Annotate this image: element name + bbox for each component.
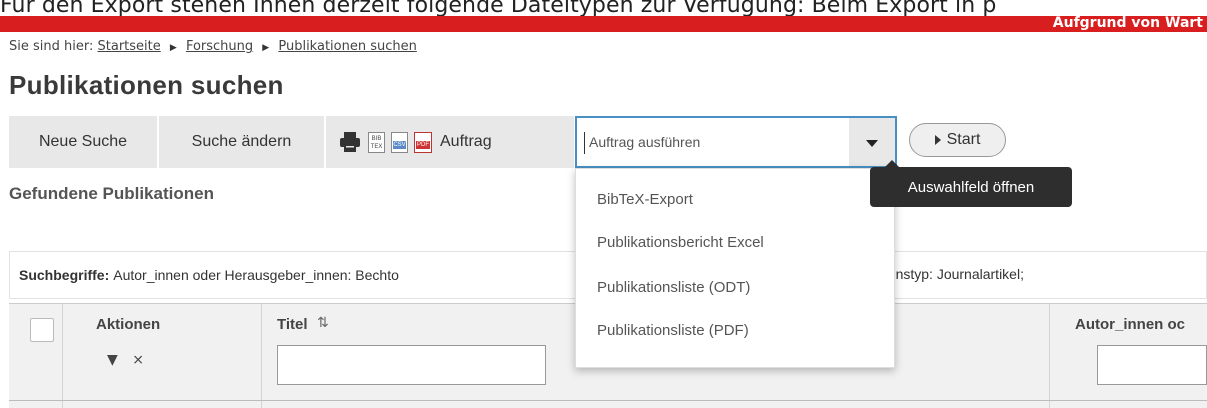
sort-icon[interactable]: ⇅ [317,315,329,331]
play-icon [934,135,941,145]
search-terms-text-continued: ationstyp: Journalartikel; [873,266,1024,282]
red-banner: Aufgrund von Wart [0,15,1207,32]
auftrag-select[interactable]: Auftrag ausführen [575,116,851,168]
breadcrumb-prefix: Sie sind hier: [9,39,94,54]
new-search-button[interactable]: Neue Suche [9,116,158,168]
bibtex-icon[interactable]: BIB TEX [368,131,385,153]
breadcrumb-publikationen[interactable]: Publikationen suchen [278,39,417,54]
auftrag-label: Auftrag [440,133,492,150]
export-icons-group: BIB TEX CSV PDF Auftrag [326,116,575,168]
section-heading: Gefundene Publikationen [9,184,214,203]
column-divider [261,304,262,408]
option-bibtex-export[interactable]: BibTeX-Export [597,191,693,208]
filter-icon[interactable]: ▼ [107,352,118,368]
option-publikationsbericht-excel[interactable]: Publikationsbericht Excel [597,234,764,251]
filter-icons: ▼ ⨯ [107,352,144,368]
print-icon[interactable] [338,131,362,153]
row-divider [9,400,1207,401]
breadcrumb: Sie sind hier: Startseite ▶ Forschung ▶ … [9,39,417,54]
start-button[interactable]: Start [909,123,1006,157]
search-terms-text: Autor_innen oder Herausgeber_innen: Bech… [113,267,399,283]
title-filter-input[interactable] [277,345,546,385]
auftrag-dropdown-menu: BibTeX-Export Publikationsbericht Excel … [575,168,895,368]
csv-icon-label: CSV [393,140,406,149]
chevron-down-icon [866,139,878,147]
breadcrumb-startseite[interactable]: Startseite [98,39,161,54]
pdf-icon-label: PDF [416,140,430,149]
edit-search-button[interactable]: Suche ändern [159,116,325,168]
breadcrumb-forschung[interactable]: Forschung [186,39,253,54]
banner-text: Aufgrund von Wart [1052,15,1203,31]
header-actions: Aktionen [96,316,161,333]
toolbar: Neue Suche Suche ändern BIB TEX CSV PDF … [9,116,575,168]
author-filter-input[interactable] [1097,345,1207,385]
auftrag-select-value: Auftrag ausführen [589,134,701,150]
clear-filter-icon[interactable]: ⨯ [132,352,144,368]
column-divider [1049,304,1050,408]
tooltip: Auswahlfeld öffnen [870,160,1072,207]
pdf-icon[interactable]: PDF [414,131,432,153]
header-author[interactable]: Autor_innen oc [1075,316,1185,333]
option-publikationsliste-odt[interactable]: Publikationsliste (ODT) [597,279,750,296]
page-title: Publikationen suchen [9,70,284,100]
start-label: Start [946,131,981,148]
breadcrumb-separator-icon: ▶ [169,43,177,53]
search-terms-label: Suchbegriffe: [19,267,110,283]
option-publikationsliste-pdf[interactable]: Publikationsliste (PDF) [597,322,749,339]
csv-icon[interactable]: CSV [391,131,408,153]
column-divider [62,304,63,408]
select-all-checkbox[interactable] [30,318,54,342]
header-title[interactable]: Titel [277,316,308,333]
breadcrumb-separator-icon: ▶ [262,43,270,53]
